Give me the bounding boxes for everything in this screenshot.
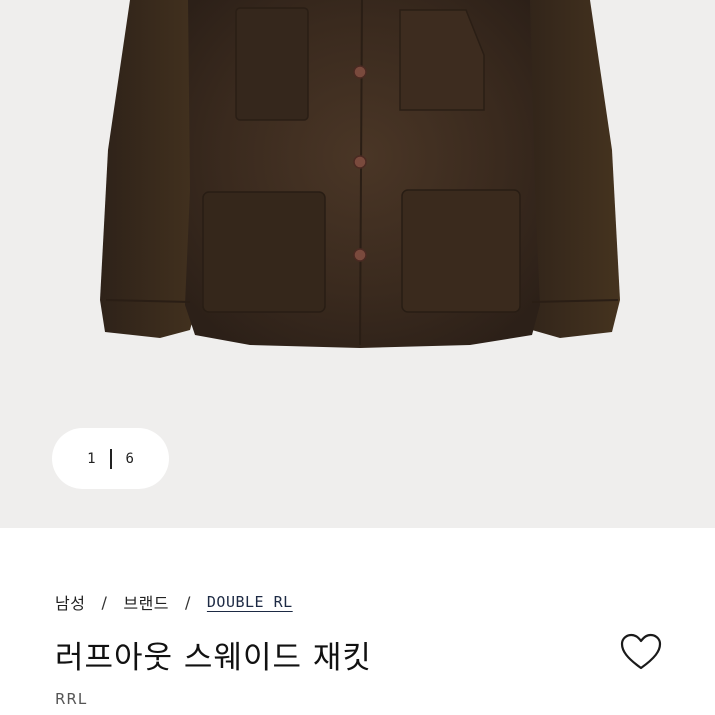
breadcrumb: 남성 / 브랜드 / DOUBLE RL <box>55 590 293 614</box>
breadcrumb-separator: / <box>185 592 191 612</box>
jacket-button <box>353 65 367 79</box>
product-image-area[interactable]: 1 6 <box>0 0 715 528</box>
breadcrumb-item-men[interactable]: 남성 <box>55 590 85 614</box>
right-lower-pocket <box>401 189 521 313</box>
product-title: 러프아웃 스웨이드 재킷 <box>55 640 372 676</box>
jacket-button <box>353 248 367 262</box>
product-brand[interactable]: RRL <box>55 690 87 708</box>
left-chest-pocket <box>235 7 309 121</box>
pager-total: 6 <box>125 450 134 467</box>
heart-icon[interactable] <box>619 632 663 672</box>
pager-current: 1 <box>87 450 96 467</box>
left-lower-pocket <box>202 191 326 313</box>
pager-separator <box>109 448 112 469</box>
breadcrumb-separator: / <box>101 592 108 612</box>
product-info: 남성 / 브랜드 / DOUBLE RL 러프아웃 스웨이드 재킷 RRL <box>0 528 715 715</box>
jacket-button <box>353 155 367 169</box>
right-chest-pocket <box>399 9 485 111</box>
breadcrumb-item-brand[interactable]: 브랜드 <box>123 590 169 614</box>
breadcrumb-item-double-rl[interactable]: DOUBLE RL <box>207 593 293 611</box>
image-pager[interactable]: 1 6 <box>52 428 169 489</box>
